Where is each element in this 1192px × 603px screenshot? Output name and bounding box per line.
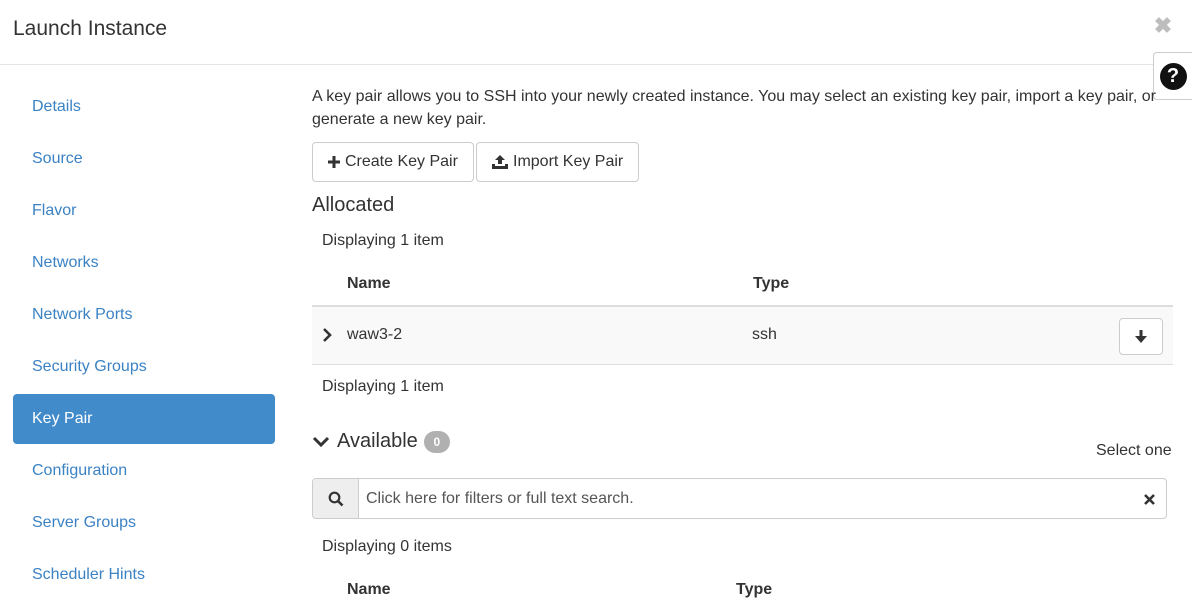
sidebar-item-label: Flavor <box>32 202 77 219</box>
sidebar-item-label: Scheduler Hints <box>32 566 145 583</box>
import-key-pair-button[interactable]: Import Key Pair <box>476 142 640 182</box>
available-col-type: Type <box>736 581 773 598</box>
search-input[interactable] <box>360 479 1130 518</box>
search-icon <box>328 491 343 506</box>
upload-icon <box>492 155 508 169</box>
close-icon <box>1143 493 1155 505</box>
import-key-pair-label: Import Key Pair <box>513 153 624 170</box>
sidebar-item-label: Key Pair <box>32 410 93 427</box>
search-addon <box>313 479 359 518</box>
chevron-right-icon[interactable] <box>322 328 332 342</box>
intro-text: A key pair allows you to SSH into your n… <box>312 88 1156 128</box>
sidebar-item-source[interactable]: Source <box>13 134 275 184</box>
sidebar-item-details[interactable]: Details <box>13 82 275 132</box>
row-name: waw3-2 <box>347 326 403 343</box>
sidebar-item-label: Security Groups <box>32 358 147 375</box>
sidebar-item-flavor[interactable]: Flavor <box>13 186 275 236</box>
allocated-count-bottom: Displaying 1 item <box>322 378 444 395</box>
row-type: ssh <box>752 326 777 343</box>
sidebar-item-label: Network Ports <box>32 306 133 323</box>
launch-instance-modal: Launch Instance ✖ ? Details Source Flavo… <box>0 0 1192 603</box>
sidebar-item-label: Source <box>32 150 83 167</box>
close-button[interactable]: ✖ <box>1152 13 1174 39</box>
sidebar-item-networks[interactable]: Networks <box>13 238 275 288</box>
available-count-badge: 0 <box>423 430 450 453</box>
close-icon: ✖ <box>1153 13 1173 38</box>
available-title: Available <box>337 430 418 452</box>
table-row: waw3-2 ssh <box>312 307 1173 365</box>
available-count: Displaying 0 items <box>322 538 452 555</box>
sidebar-item-key-pair[interactable]: Key Pair <box>13 394 275 444</box>
sidebar-item-scheduler-hints[interactable]: Scheduler Hints <box>13 550 275 600</box>
sidebar-item-configuration[interactable]: Configuration <box>13 446 275 496</box>
chevron-down-icon <box>312 436 330 447</box>
clear-search-button[interactable] <box>1141 491 1157 507</box>
search-bar <box>312 478 1167 519</box>
plus-icon <box>328 156 340 168</box>
select-one-hint: Select one <box>1096 442 1172 459</box>
sidebar-item-label: Details <box>32 98 81 115</box>
deallocate-button[interactable] <box>1119 318 1163 355</box>
sidebar-item-label: Server Groups <box>32 514 137 531</box>
modal-title: Launch Instance <box>13 17 168 40</box>
modal-header: Launch Instance ✖ <box>0 0 1192 65</box>
sidebar-item-security-groups[interactable]: Security Groups <box>13 342 275 392</box>
create-key-pair-button[interactable]: Create Key Pair <box>312 142 474 182</box>
sidebar-item-server-groups[interactable]: Server Groups <box>13 498 275 548</box>
allocated-col-type: Type <box>753 275 790 292</box>
available-toggle[interactable]: Available 0 <box>312 430 450 453</box>
create-key-pair-label: Create Key Pair <box>345 153 458 170</box>
arrow-down-icon <box>1135 329 1147 343</box>
allocated-title: Allocated <box>312 194 395 216</box>
wizard-sidebar: Details Source Flavor Networks Network P… <box>13 82 275 602</box>
allocated-count-top: Displaying 1 item <box>322 232 444 249</box>
sidebar-item-network-ports[interactable]: Network Ports <box>13 290 275 340</box>
sidebar-item-label: Configuration <box>32 462 128 479</box>
sidebar-item-label: Networks <box>32 254 99 271</box>
allocated-col-name: Name <box>347 275 391 292</box>
available-col-name: Name <box>347 581 391 598</box>
